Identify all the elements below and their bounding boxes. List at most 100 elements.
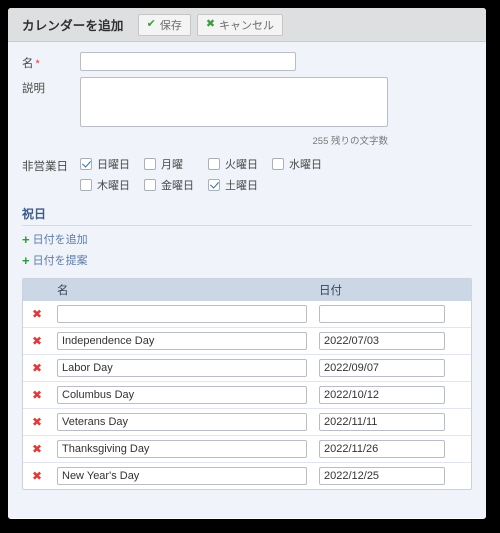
description-label: 説明 [22, 83, 45, 95]
holiday-name-input[interactable] [57, 332, 307, 350]
character-counter: 255 残りの文字数 [312, 136, 389, 147]
add-date-link[interactable]: + 日付を追加 [22, 231, 88, 247]
closed-day-checkbox-火曜日[interactable]: 火曜日 [208, 156, 264, 172]
delete-row-cell: ✖ [23, 307, 51, 321]
closed-days-row-1: 日曜日 月曜 火曜日 水曜日 [80, 156, 328, 172]
delete-row-icon[interactable]: ✖ [32, 388, 42, 402]
holiday-name-cell [51, 467, 313, 485]
closed-day-label: 日曜日 [97, 159, 130, 171]
plus-icon: + [22, 231, 30, 247]
closed-day-checkbox-日曜日[interactable]: 日曜日 [80, 156, 136, 172]
name-label: 名 * [22, 52, 80, 71]
closed-day-label: 火曜日 [225, 159, 258, 171]
holiday-date-cell [313, 440, 471, 458]
checkbox-icon[interactable] [272, 158, 284, 170]
table-row: ✖ [23, 381, 471, 408]
suggest-date-link[interactable]: + 日付を提案 [22, 252, 88, 268]
table-row: ✖ [23, 462, 471, 489]
holiday-name-cell [51, 386, 313, 404]
save-button[interactable]: ✔ 保存 [137, 13, 191, 36]
table-header-row: 名 日付 [23, 279, 471, 301]
save-button-label: 保存 [159, 19, 182, 32]
closed-day-checkbox-水曜日[interactable]: 水曜日 [272, 156, 328, 172]
holiday-date-input[interactable] [319, 467, 445, 485]
holiday-date-cell [313, 467, 471, 485]
delete-row-cell: ✖ [23, 469, 51, 483]
calendar-form: 名 * 説明 255 残りの文字数 非営業日 日曜日 月曜 火曜日 水曜日 木曜日 金曜日… [8, 42, 486, 518]
holiday-name-cell [51, 413, 313, 431]
holiday-name-cell [51, 440, 313, 458]
checkbox-icon[interactable] [144, 179, 156, 191]
name-field-row: 名 * [8, 52, 486, 71]
holiday-name-input[interactable] [57, 305, 307, 323]
checkbox-checked-icon[interactable] [208, 179, 220, 191]
holiday-date-input[interactable] [319, 413, 445, 431]
holidays-section: 祝日 + 日付を追加 + 日付を提案 [8, 205, 486, 268]
closed-days-row-2: 木曜日 金曜日 土曜日 [80, 177, 328, 193]
suggest-date-link-label: 日付を提案 [32, 255, 88, 267]
checkbox-checked-icon[interactable] [80, 158, 92, 170]
name-input[interactable] [80, 52, 296, 71]
holiday-date-input[interactable] [319, 386, 445, 404]
add-date-link-label: 日付を追加 [32, 234, 88, 246]
description-field-row: 説明 [8, 77, 486, 127]
holiday-name-input[interactable] [57, 467, 307, 485]
delete-row-icon[interactable]: ✖ [32, 442, 42, 456]
checkbox-icon[interactable] [144, 158, 156, 170]
holiday-date-input[interactable] [319, 440, 445, 458]
table-row: ✖ [23, 435, 471, 462]
cancel-button[interactable]: ✖ キャンセル [196, 13, 284, 36]
closed-days-row: 非営業日 日曜日 月曜 火曜日 水曜日 木曜日 金曜日 土曜日 [8, 155, 486, 193]
holidays-table: 名 日付 ✖ ✖ ✖ ✖ ✖ ✖ ✖ [22, 278, 472, 490]
delete-row-icon[interactable]: ✖ [32, 415, 42, 429]
delete-row-cell: ✖ [23, 388, 51, 402]
delete-row-cell: ✖ [23, 442, 51, 456]
closed-day-checkbox-土曜日[interactable]: 土曜日 [208, 177, 264, 193]
delete-row-cell: ✖ [23, 415, 51, 429]
closed-day-checkbox-月曜[interactable]: 月曜 [144, 156, 200, 172]
check-icon: ✔ [146, 18, 156, 30]
table-row: ✖ [23, 327, 471, 354]
table-header-date: 日付 [319, 285, 342, 297]
holiday-date-cell [313, 359, 471, 377]
table-row: ✖ [23, 301, 471, 327]
closed-day-checkbox-金曜日[interactable]: 金曜日 [144, 177, 200, 193]
holiday-name-cell [51, 332, 313, 350]
delete-row-icon[interactable]: ✖ [32, 361, 42, 375]
holiday-name-input[interactable] [57, 413, 307, 431]
x-icon: ✖ [205, 18, 216, 30]
table-body: ✖ ✖ ✖ ✖ ✖ ✖ ✖ [23, 301, 471, 489]
holiday-date-cell [313, 332, 471, 350]
closed-day-label: 木曜日 [97, 180, 130, 192]
delete-row-icon[interactable]: ✖ [32, 334, 42, 348]
holiday-name-input[interactable] [57, 359, 307, 377]
table-row: ✖ [23, 408, 471, 435]
description-textarea[interactable] [80, 77, 388, 127]
holiday-date-input[interactable] [319, 332, 445, 350]
calendar-dialog-window: カレンダーを追加 ✔ 保存 ✖ キャンセル 名 * 説明 255 残りの文字数 非… [8, 8, 486, 519]
holiday-date-input[interactable] [319, 305, 445, 323]
table-header-name: 名 [57, 285, 69, 297]
cancel-button-label: キャンセル [219, 19, 275, 32]
delete-row-cell: ✖ [23, 334, 51, 348]
closed-day-checkbox-木曜日[interactable]: 木曜日 [80, 177, 136, 193]
closed-days-label: 非営業日 [22, 161, 68, 173]
closed-day-label: 水曜日 [289, 159, 322, 171]
table-row: ✖ [23, 354, 471, 381]
holiday-date-input[interactable] [319, 359, 445, 377]
delete-row-icon[interactable]: ✖ [32, 469, 42, 483]
closed-day-label: 金曜日 [161, 180, 194, 192]
holiday-name-input[interactable] [57, 440, 307, 458]
checkbox-icon[interactable] [80, 179, 92, 191]
closed-day-label: 土曜日 [225, 180, 258, 192]
required-asterisk: * [35, 58, 40, 70]
holidays-heading: 祝日 [22, 205, 472, 226]
checkbox-icon[interactable] [208, 158, 220, 170]
holiday-date-cell [313, 413, 471, 431]
delete-row-icon[interactable]: ✖ [32, 307, 42, 321]
page-title: カレンダーを追加 [22, 19, 124, 33]
delete-row-cell: ✖ [23, 361, 51, 375]
holiday-name-input[interactable] [57, 386, 307, 404]
name-label-text: 名 [22, 58, 34, 70]
closed-day-label: 月曜 [161, 159, 183, 171]
